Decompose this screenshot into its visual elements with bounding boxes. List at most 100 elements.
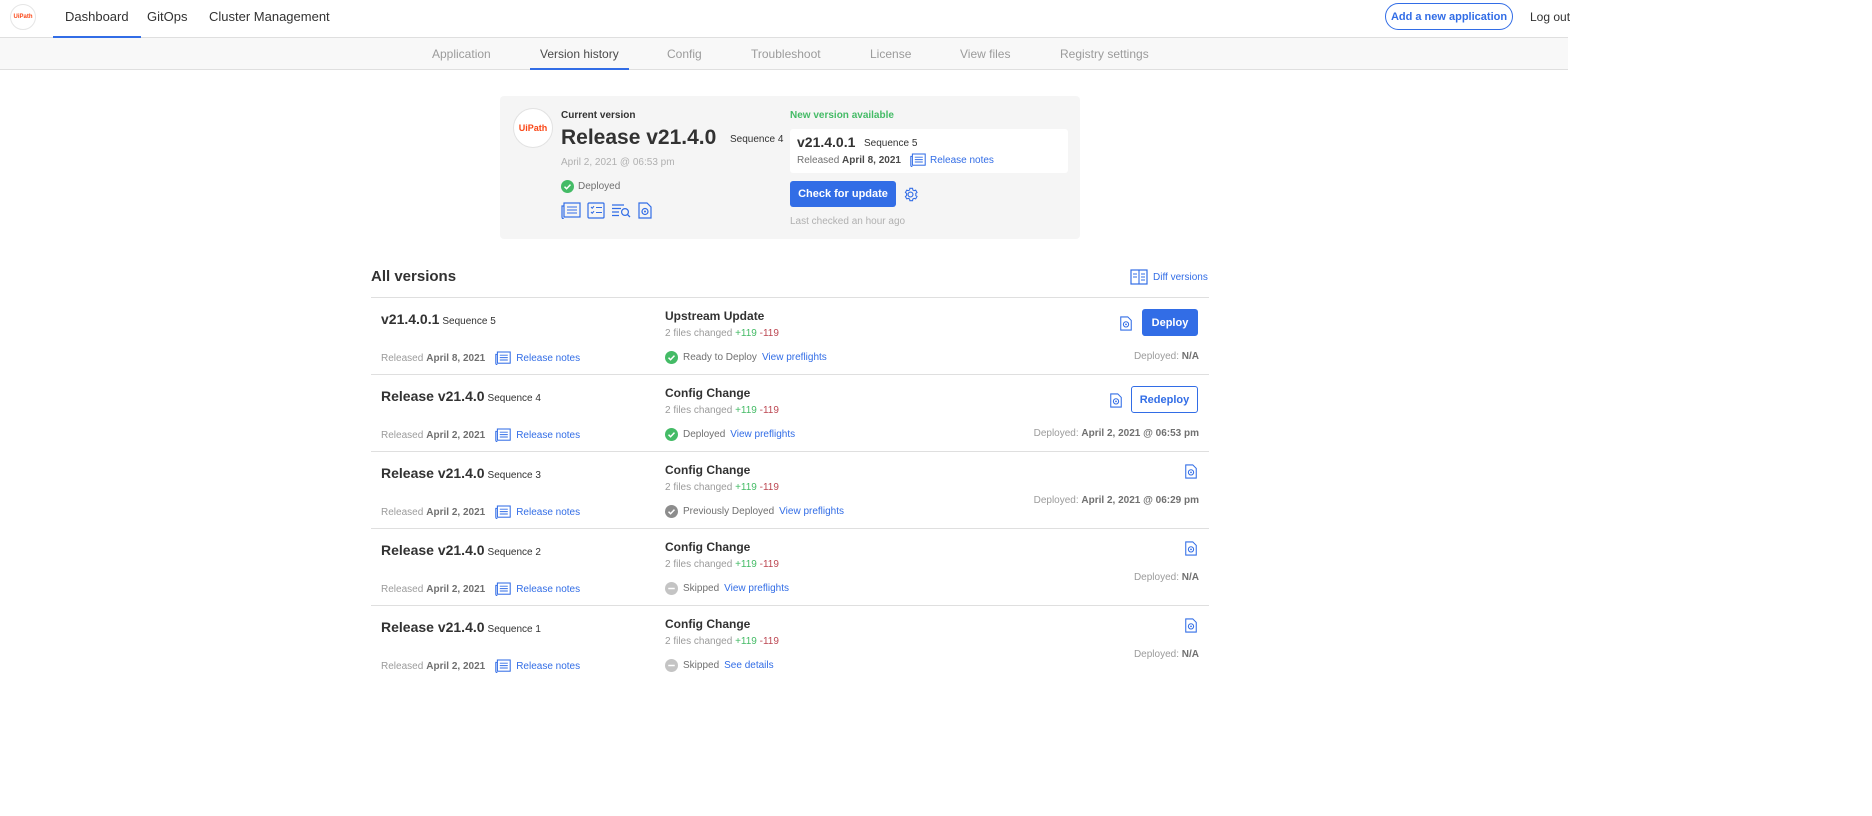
release-notes-link[interactable]: Release notes <box>495 659 580 673</box>
deployed-info: Deployed: N/A <box>1134 572 1199 583</box>
current-version-title: Release v21.4.0 <box>561 126 717 149</box>
deployed-info: Deployed: April 2, 2021 @ 06:53 pm <box>1034 428 1199 439</box>
files-changed[interactable]: 2 files changed +119 -119 <box>665 405 779 416</box>
app-icon-text: UiPath <box>518 123 548 133</box>
gear-icon[interactable] <box>902 186 919 203</box>
nav-cluster-management[interactable]: Cluster Management <box>197 0 342 38</box>
deletions: -119 <box>759 328 779 339</box>
version-row: Release v21.4.0 Sequence 4 Released April … <box>371 374 1209 451</box>
deployed-value: April 2, 2021 @ 06:29 pm <box>1081 495 1199 506</box>
version-name: Release v21.4.0 <box>381 388 485 404</box>
released-date: April 8, 2021 <box>426 352 486 364</box>
preflight-status: Previously Deployed View preflights <box>665 505 844 518</box>
deployed-prefix: Deployed: <box>1133 351 1179 362</box>
status-text: Ready to Deploy <box>683 352 757 363</box>
release-notes-link[interactable]: Release notes <box>495 351 580 365</box>
additions: +119 <box>735 482 757 493</box>
release-notes-icon[interactable] <box>561 202 581 219</box>
view-preflights-link[interactable]: View preflights <box>779 506 844 517</box>
check-for-update-button[interactable]: Check for update <box>790 181 896 207</box>
version-sequence: Sequence 2 <box>487 547 541 558</box>
check-circle-icon <box>665 351 678 364</box>
deployed-value: N/A <box>1181 351 1199 362</box>
preflight-checklist-icon[interactable] <box>587 202 605 219</box>
release-notes-link[interactable]: Release notes <box>495 582 580 596</box>
skipped-icon <box>665 659 678 672</box>
release-notes-link[interactable]: Release notes <box>495 505 580 519</box>
deletions: -119 <box>759 636 779 647</box>
config-file-icon[interactable] <box>637 202 653 219</box>
logout-link[interactable]: Log out <box>1530 10 1570 24</box>
files-count: 2 files changed <box>665 328 733 339</box>
deletions: -119 <box>759 405 779 416</box>
released-prefix: Released <box>381 660 424 672</box>
preflight-status: Ready to Deploy View preflights <box>665 351 827 364</box>
new-version-label: New version available <box>790 110 894 121</box>
change-type: Upstream Update <box>665 309 765 323</box>
change-type: Config Change <box>665 386 751 400</box>
version-title: v21.4.0.1 Sequence 5 <box>381 311 496 327</box>
version-sequence: Sequence 5 <box>442 316 496 327</box>
app-tabs: Application Version history Config Troub… <box>0 38 1568 70</box>
version-row: Release v21.4.0 Sequence 2 Released April … <box>371 528 1209 605</box>
last-checked-text: Last checked an hour ago <box>790 216 906 227</box>
files-changed[interactable]: 2 files changed +119 -119 <box>665 636 779 647</box>
status-text: Deployed <box>683 429 726 440</box>
version-sequence: Sequence 1 <box>487 624 541 635</box>
status-text: Skipped <box>683 583 720 594</box>
config-file-icon[interactable] <box>1184 540 1198 557</box>
config-file-icon[interactable] <box>1184 463 1198 480</box>
new-version-release-notes-link[interactable]: Release notes <box>910 153 994 167</box>
files-changed[interactable]: 2 files changed +119 -119 <box>665 559 779 570</box>
deploy-button[interactable]: Deploy <box>1142 309 1198 336</box>
change-type: Config Change <box>665 617 751 631</box>
view-preflights-link[interactable]: View preflights <box>730 429 795 440</box>
see-details-link[interactable]: See details <box>724 660 773 671</box>
view-preflights-link[interactable]: View preflights <box>762 352 827 363</box>
deployed-info: Deployed: N/A <box>1134 351 1199 362</box>
current-version-actions <box>561 202 653 219</box>
config-file-icon[interactable] <box>1109 392 1123 409</box>
new-version-number: v21.4.0.1 <box>797 134 856 150</box>
new-version-released: Released April 8, 2021 <box>797 155 901 166</box>
nav-dashboard[interactable]: Dashboard <box>53 0 141 38</box>
deployed-value: N/A <box>1181 649 1199 660</box>
new-version-box: v21.4.0.1 Sequence 5 Released April 8, 2… <box>790 129 1068 173</box>
nav-gitops[interactable]: GitOps <box>135 0 199 38</box>
diff-icon <box>1130 269 1148 285</box>
top-nav: UiPath Dashboard GitOps Cluster Manageme… <box>0 0 1570 38</box>
check-circle-icon <box>665 428 678 441</box>
tab-view-files[interactable]: View files <box>960 38 1010 70</box>
released-date: April 2, 2021 <box>426 506 486 518</box>
tab-version-history[interactable]: Version history <box>530 38 629 70</box>
tab-registry-settings[interactable]: Registry settings <box>1060 38 1149 70</box>
tab-license[interactable]: License <box>870 38 911 70</box>
config-file-icon[interactable] <box>1119 315 1133 332</box>
files-changed[interactable]: 2 files changed +119 -119 <box>665 328 779 339</box>
app-logo[interactable]: UiPath <box>10 4 36 30</box>
version-row: Release v21.4.0 Sequence 1 Released April … <box>371 605 1209 682</box>
tab-config[interactable]: Config <box>667 38 702 70</box>
files-count: 2 files changed <box>665 482 733 493</box>
status-text: Deployed <box>578 181 621 192</box>
version-title: Release v21.4.0 Sequence 1 <box>381 619 541 635</box>
preflight-status: Skipped View preflights <box>665 582 789 595</box>
released-prefix: Released <box>797 155 840 166</box>
view-preflights-link[interactable]: View preflights <box>724 583 789 594</box>
diff-versions-link[interactable]: Diff versions <box>1130 269 1208 285</box>
tab-application[interactable]: Application <box>432 38 491 70</box>
logs-search-icon[interactable] <box>611 202 631 219</box>
release-notes-link[interactable]: Release notes <box>495 428 580 442</box>
tab-troubleshoot[interactable]: Troubleshoot <box>751 38 821 70</box>
status-text: Skipped <box>683 660 720 671</box>
config-file-icon[interactable] <box>1184 617 1198 634</box>
version-row: v21.4.0.1 Sequence 5 Released April 8, 202… <box>371 297 1209 374</box>
files-changed[interactable]: 2 files changed +119 -119 <box>665 482 779 493</box>
add-application-button[interactable]: Add a new application <box>1385 3 1513 30</box>
version-sequence: Sequence 4 <box>487 393 541 404</box>
redeploy-button[interactable]: Redeploy <box>1131 386 1198 413</box>
app-icon: UiPath <box>513 108 553 148</box>
additions: +119 <box>735 559 757 570</box>
version-released: Released April 2, 2021 Release notes <box>381 428 580 442</box>
version-title: Release v21.4.0 Sequence 4 <box>381 388 541 404</box>
